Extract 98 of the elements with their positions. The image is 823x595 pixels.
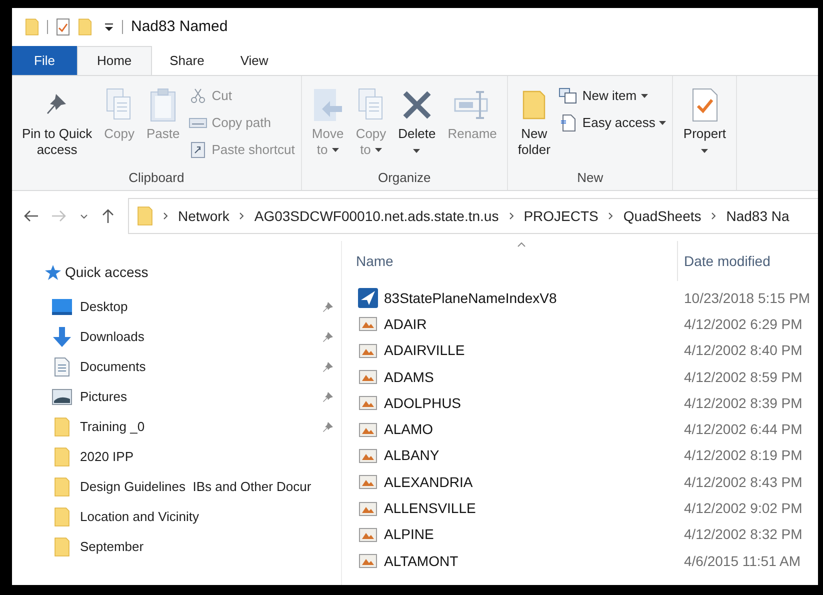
file-name[interactable]: ALPINE: [384, 524, 434, 546]
sidebar-item[interactable]: Downloads: [52, 327, 322, 347]
sidebar-item[interactable]: September: [52, 537, 322, 557]
arrow-icon: [312, 87, 344, 123]
image-file-icon: [359, 317, 377, 332]
ribbon-tab[interactable]: View: [222, 46, 286, 75]
folder-icon: [54, 447, 70, 467]
image-file-icon: [359, 422, 377, 437]
file-name[interactable]: ADOLPHUS: [384, 392, 462, 414]
file-name[interactable]: ADAIRVILLE: [384, 340, 465, 362]
sidebar-item[interactable]: Training _0: [52, 417, 322, 437]
sidebar-item[interactable]: 2020 IPP: [52, 447, 322, 467]
group-label: Organize: [376, 169, 432, 187]
breadcrumb-item[interactable]: Nad83 Na: [726, 206, 790, 226]
date-cell-text: 4/12/2002 8:32 PM: [683, 525, 802, 544]
folder-icon: [78, 18, 92, 36]
image-file-icon: [359, 528, 377, 542]
breadcrumb-item[interactable]: AG03SDCWF00010.net.ads.state.tn.us: [254, 206, 499, 226]
file-name[interactable]: ALBANY: [384, 445, 440, 466]
ribbon-button[interactable]: Delete: [394, 80, 440, 158]
chevron-right-icon: [711, 212, 716, 220]
clipboard-icon: [149, 87, 178, 123]
date-cell-text: 10/23/2018 5:15 PM: [683, 288, 810, 308]
date-cell-text: 4/12/2002 8:19 PM: [683, 446, 802, 466]
folder-icon: [54, 477, 70, 497]
chevron-right-icon: [508, 212, 514, 220]
breadcrumb-item[interactable]: QuadSheets: [623, 206, 702, 226]
ribbon-small-button[interactable]: New item: [558, 82, 666, 109]
breadcrumb-item[interactable]: PROJECTS: [524, 206, 598, 226]
checkmark-document-icon: [56, 18, 70, 36]
scissors-icon: [190, 88, 206, 104]
date-cell-text: 4/12/2002 8:39 PM: [683, 394, 802, 413]
image-file-icon: [359, 502, 377, 516]
image-file-icon: [359, 475, 377, 490]
image-file-icon: [359, 396, 377, 410]
column-header[interactable]: Date modified: [678, 241, 818, 281]
folder-icon: [137, 205, 153, 227]
document-icon: [54, 357, 70, 377]
date-cell-text: 4/6/2015 11:51 AM: [683, 552, 800, 571]
customize-toolbar-icon[interactable]: [104, 22, 114, 32]
ribbon-button[interactable]: Propert: [679, 80, 730, 158]
address-field[interactable]: Network AG03SDCWF00010.net.ads.state.tn.us PROJECTS QuadSheets Nad83 Na: [128, 198, 818, 234]
file-tab[interactable]: File: [12, 46, 77, 75]
folder-icon: [25, 18, 39, 36]
date-cell-text: 4/12/2002 8:43 PM: [683, 472, 802, 492]
chevron-right-icon: [163, 212, 168, 220]
chevron-right-icon: [608, 212, 614, 220]
folder-icon: [54, 537, 70, 557]
sidebar-item[interactable]: Quick access: [45, 262, 338, 282]
sidebar-item[interactable]: Desktop: [52, 297, 322, 317]
image-file-icon: [359, 344, 377, 358]
image-file-icon: [359, 370, 377, 384]
file-name[interactable]: ADAMS: [384, 366, 434, 388]
file-name[interactable]: ALAMO: [384, 419, 434, 440]
delete-icon: [400, 89, 433, 121]
sidebar-item[interactable]: Location and Vicinity: [52, 507, 322, 527]
app-icon: [358, 288, 378, 308]
download-icon: [52, 327, 72, 347]
desktop-icon: [52, 299, 72, 315]
date-cell-text: 4/12/2002 8:59 PM: [683, 368, 802, 387]
window-title: Nad83 Named: [131, 16, 228, 37]
date-cell-text: 4/12/2002 6:44 PM: [683, 420, 802, 440]
column-header[interactable]: Name: [350, 241, 678, 281]
group-label: New: [576, 169, 604, 187]
file-name[interactable]: ALTAMONT: [384, 550, 458, 572]
new-item-icon: [559, 88, 578, 104]
ribbon-small-button[interactable]: Easy access: [558, 109, 666, 136]
file-name[interactable]: ALLENSVILLE: [384, 498, 476, 520]
up-arrow-icon[interactable]: [102, 209, 114, 223]
document-icon: [560, 114, 576, 132]
chevron-right-icon: [239, 212, 244, 220]
file-name[interactable]: ADAIR: [384, 314, 427, 335]
folder-icon: [54, 507, 70, 527]
breadcrumb-item[interactable]: Network: [178, 206, 230, 226]
chevron-down-icon[interactable]: [80, 214, 88, 218]
group-label: Clipboard: [128, 169, 186, 187]
date-cell-text: 4/12/2002 8:40 PM: [683, 341, 802, 360]
sidebar-item[interactable]: Design Guidelines IBs and Other Docur: [52, 477, 322, 497]
sidebar-item[interactable]: Pictures: [52, 387, 322, 407]
path-icon: [188, 118, 207, 128]
ribbon-button[interactable]: New folder: [514, 80, 554, 158]
star-icon: [45, 264, 61, 280]
shortcut-icon: [190, 142, 205, 158]
ribbon-tab[interactable]: Share: [152, 46, 222, 75]
ribbon-tab[interactable]: Home: [76, 46, 152, 75]
date-cell-text: 4/12/2002 9:02 PM: [683, 499, 802, 518]
checkmark-document-icon: [690, 87, 719, 123]
file-name[interactable]: 83StatePlaneNameIndexV8: [384, 288, 557, 309]
picture-icon: [52, 389, 72, 405]
ribbon-button[interactable]: Pin to Quick access: [18, 80, 96, 158]
image-file-icon: [359, 448, 377, 463]
back-arrow-icon[interactable]: [24, 210, 38, 222]
file-name[interactable]: ALEXANDRIA: [384, 472, 473, 493]
sidebar-item[interactable]: Documents: [52, 357, 322, 377]
folder-icon: [54, 417, 70, 437]
image-file-icon: [359, 554, 377, 568]
date-cell-text: 4/12/2002 6:29 PM: [683, 314, 802, 334]
folder-icon: [522, 88, 546, 122]
